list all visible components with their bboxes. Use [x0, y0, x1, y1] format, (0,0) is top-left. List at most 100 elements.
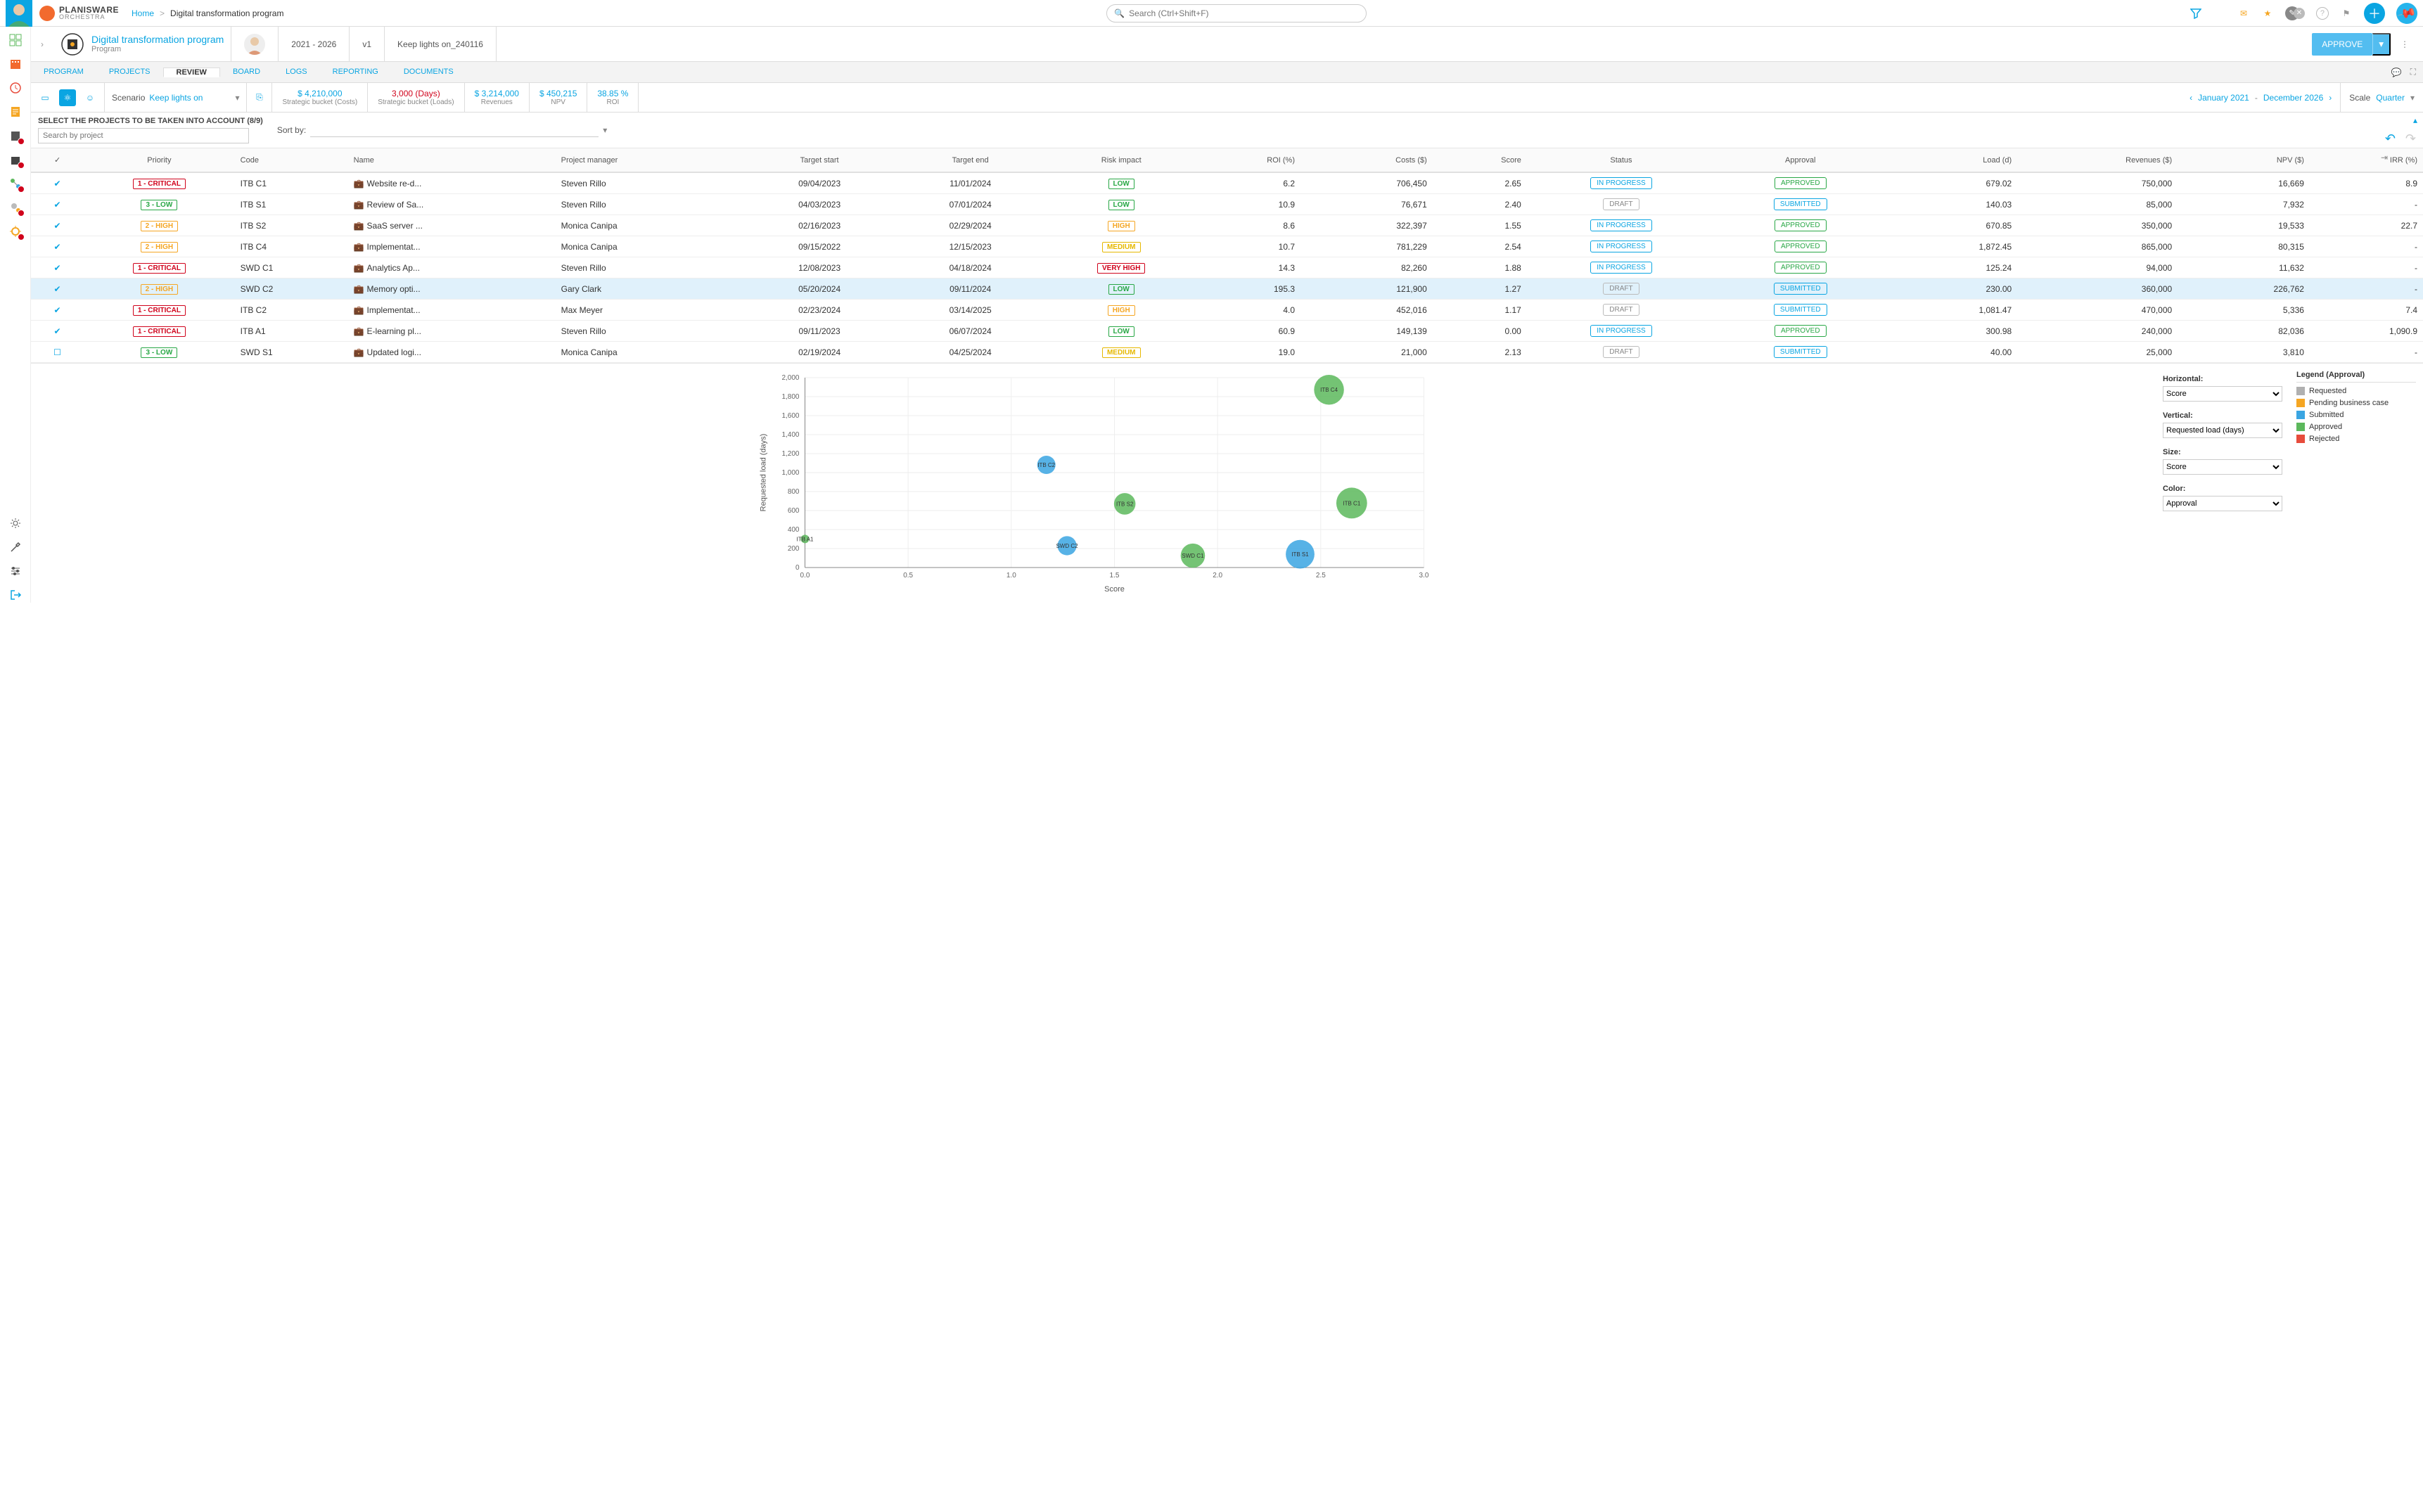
- project-search-input[interactable]: [38, 128, 249, 143]
- scale-value[interactable]: Quarter: [2376, 93, 2405, 103]
- close-icon[interactable]: ✕: [2294, 8, 2305, 19]
- row-check[interactable]: ✔: [31, 321, 84, 342]
- row-check[interactable]: ✔: [31, 300, 84, 321]
- color-select[interactable]: Approval: [2163, 496, 2282, 511]
- col-header[interactable]: Target start: [744, 148, 895, 172]
- col-header[interactable]: Code: [235, 148, 348, 172]
- col-header[interactable]: Load (d): [1885, 148, 2017, 172]
- chevron-down-icon[interactable]: ▾: [235, 93, 239, 103]
- pin-button[interactable]: 📌: [2392, 0, 2421, 27]
- view-network-icon[interactable]: ⚛: [59, 89, 76, 106]
- range-start[interactable]: January 2021: [2198, 93, 2249, 103]
- table-row[interactable]: ✔2 - HIGHSWD C2💼Memory opti...Gary Clark…: [31, 278, 2423, 300]
- flag-icon[interactable]: ⚑: [2340, 7, 2353, 20]
- col-header[interactable]: Revenues ($): [2017, 148, 2178, 172]
- star-icon[interactable]: ★: [2261, 7, 2274, 20]
- view-face-icon[interactable]: ☺: [82, 89, 98, 106]
- tab-program[interactable]: PROGRAM: [31, 68, 96, 76]
- row-check[interactable]: ✔: [31, 194, 84, 215]
- table-row[interactable]: ✔1 - CRITICALSWD C1💼Analytics Ap...Steve…: [31, 257, 2423, 278]
- approve-button[interactable]: APPROVE: [2312, 33, 2372, 56]
- more-menu-icon[interactable]: ⋮: [2395, 37, 2415, 52]
- tab-documents[interactable]: DOCUMENTS: [391, 68, 466, 76]
- range-prev-icon[interactable]: ‹: [2189, 93, 2192, 103]
- tab-board[interactable]: BOARD: [220, 68, 273, 76]
- comments-icon[interactable]: 💬: [2391, 68, 2402, 77]
- row-check[interactable]: ✔: [31, 236, 84, 257]
- approve-dropdown[interactable]: ▾: [2372, 33, 2391, 56]
- col-header[interactable]: IRR (%): [2310, 148, 2423, 172]
- help-icon[interactable]: ?: [2316, 7, 2329, 20]
- table-row[interactable]: ✔3 - LOWITB S1💼Review of Sa...Steven Ril…: [31, 194, 2423, 215]
- breadcrumb-home[interactable]: Home: [132, 8, 154, 18]
- user-avatar[interactable]: [6, 0, 32, 27]
- col-header[interactable]: Project manager: [556, 148, 744, 172]
- bubble-chart[interactable]: 02004006008001,0001,2001,4001,6001,8002,…: [38, 371, 2149, 596]
- col-header[interactable]: Costs ($): [1300, 148, 1433, 172]
- nav-dashboard-icon[interactable]: [8, 32, 23, 48]
- chevron-right-icon[interactable]: ›: [31, 39, 53, 49]
- scenario-value[interactable]: Keep lights on: [149, 93, 203, 103]
- nav-logout-icon[interactable]: [8, 587, 23, 603]
- chevron-down-icon[interactable]: ▾: [603, 125, 607, 135]
- col-header[interactable]: Score: [1433, 148, 1527, 172]
- row-check[interactable]: ✔: [31, 278, 84, 300]
- mail-icon[interactable]: ✉: [2237, 7, 2250, 20]
- nav-settings-icon[interactable]: [8, 515, 23, 531]
- sort-select[interactable]: [310, 123, 599, 137]
- program-owner[interactable]: [231, 27, 279, 61]
- col-header[interactable]: ✓: [31, 148, 84, 172]
- program-title[interactable]: Digital transformation program: [91, 34, 224, 46]
- nav-clock-icon[interactable]: [8, 80, 23, 96]
- nav-sliders-icon[interactable]: [8, 563, 23, 579]
- row-check[interactable]: ✔: [31, 257, 84, 278]
- col-header[interactable]: Target end: [895, 148, 1046, 172]
- horizontal-select[interactable]: Score: [2163, 386, 2282, 402]
- view-card-icon[interactable]: ▭: [37, 89, 53, 106]
- nav-tools-icon[interactable]: [8, 539, 23, 555]
- table-row[interactable]: ✔1 - CRITICALITB C1💼Website re-d...Steve…: [31, 172, 2423, 194]
- col-header[interactable]: Status: [1527, 148, 1715, 172]
- cell-roi: 6.2: [1197, 172, 1301, 194]
- table-row[interactable]: ☐3 - LOWSWD S1💼Updated logi...Monica Can…: [31, 342, 2423, 363]
- col-header[interactable]: Approval: [1715, 148, 1885, 172]
- nav-building-icon[interactable]: [8, 56, 23, 72]
- nav-network-icon[interactable]: [8, 176, 23, 191]
- copy-icon[interactable]: ⎘: [247, 83, 272, 112]
- table-row[interactable]: ✔2 - HIGHITB C4💼Implementat...Monica Can…: [31, 236, 2423, 257]
- fullscreen-icon[interactable]: ⛶: [2410, 67, 2416, 77]
- row-check[interactable]: ☐: [31, 342, 84, 363]
- tab-review[interactable]: REVIEW: [163, 68, 220, 77]
- col-header[interactable]: Priority: [84, 148, 235, 172]
- row-check[interactable]: ✔: [31, 172, 84, 194]
- nav-gears-icon[interactable]: [8, 200, 23, 215]
- size-select[interactable]: Score: [2163, 459, 2282, 475]
- col-header[interactable]: NPV ($): [2178, 148, 2310, 172]
- briefcase-icon: 💼: [354, 263, 364, 273]
- vertical-select[interactable]: Requested load (days): [2163, 423, 2282, 438]
- cell-costs: 322,397: [1300, 215, 1433, 236]
- range-end[interactable]: December 2026: [2263, 93, 2323, 103]
- range-next-icon[interactable]: ›: [2329, 93, 2332, 103]
- nav-building2-icon[interactable]: [8, 128, 23, 143]
- table-row[interactable]: ✔2 - HIGHITB S2💼SaaS server ...Monica Ca…: [31, 215, 2423, 236]
- tab-logs[interactable]: LOGS: [273, 68, 320, 76]
- search-input[interactable]: [1129, 8, 1359, 18]
- col-header[interactable]: ROI (%): [1197, 148, 1301, 172]
- table-row[interactable]: ✔1 - CRITICALITB A1💼E-learning pl...Stev…: [31, 321, 2423, 342]
- table-row[interactable]: ✔1 - CRITICALITB C2💼Implementat...Max Me…: [31, 300, 2423, 321]
- col-header[interactable]: Name: [348, 148, 556, 172]
- filter-icon[interactable]: [2189, 7, 2202, 20]
- chevron-down-icon[interactable]: ▾: [2410, 93, 2415, 103]
- nav-doc-icon[interactable]: [8, 104, 23, 120]
- tab-projects[interactable]: PROJECTS: [96, 68, 163, 76]
- add-button[interactable]: ＋: [2364, 3, 2385, 24]
- expand-cols-icon[interactable]: ⇥: [2381, 153, 2388, 162]
- undo-icon[interactable]: ↶: [2385, 132, 2396, 146]
- row-check[interactable]: ✔: [31, 215, 84, 236]
- nav-sun-icon[interactable]: [8, 224, 23, 239]
- nav-building3-icon[interactable]: [8, 152, 23, 167]
- tab-reporting[interactable]: REPORTING: [320, 68, 391, 76]
- edit-chip[interactable]: ✎ ✕: [2285, 6, 2305, 20]
- col-header[interactable]: Risk impact: [1046, 148, 1197, 172]
